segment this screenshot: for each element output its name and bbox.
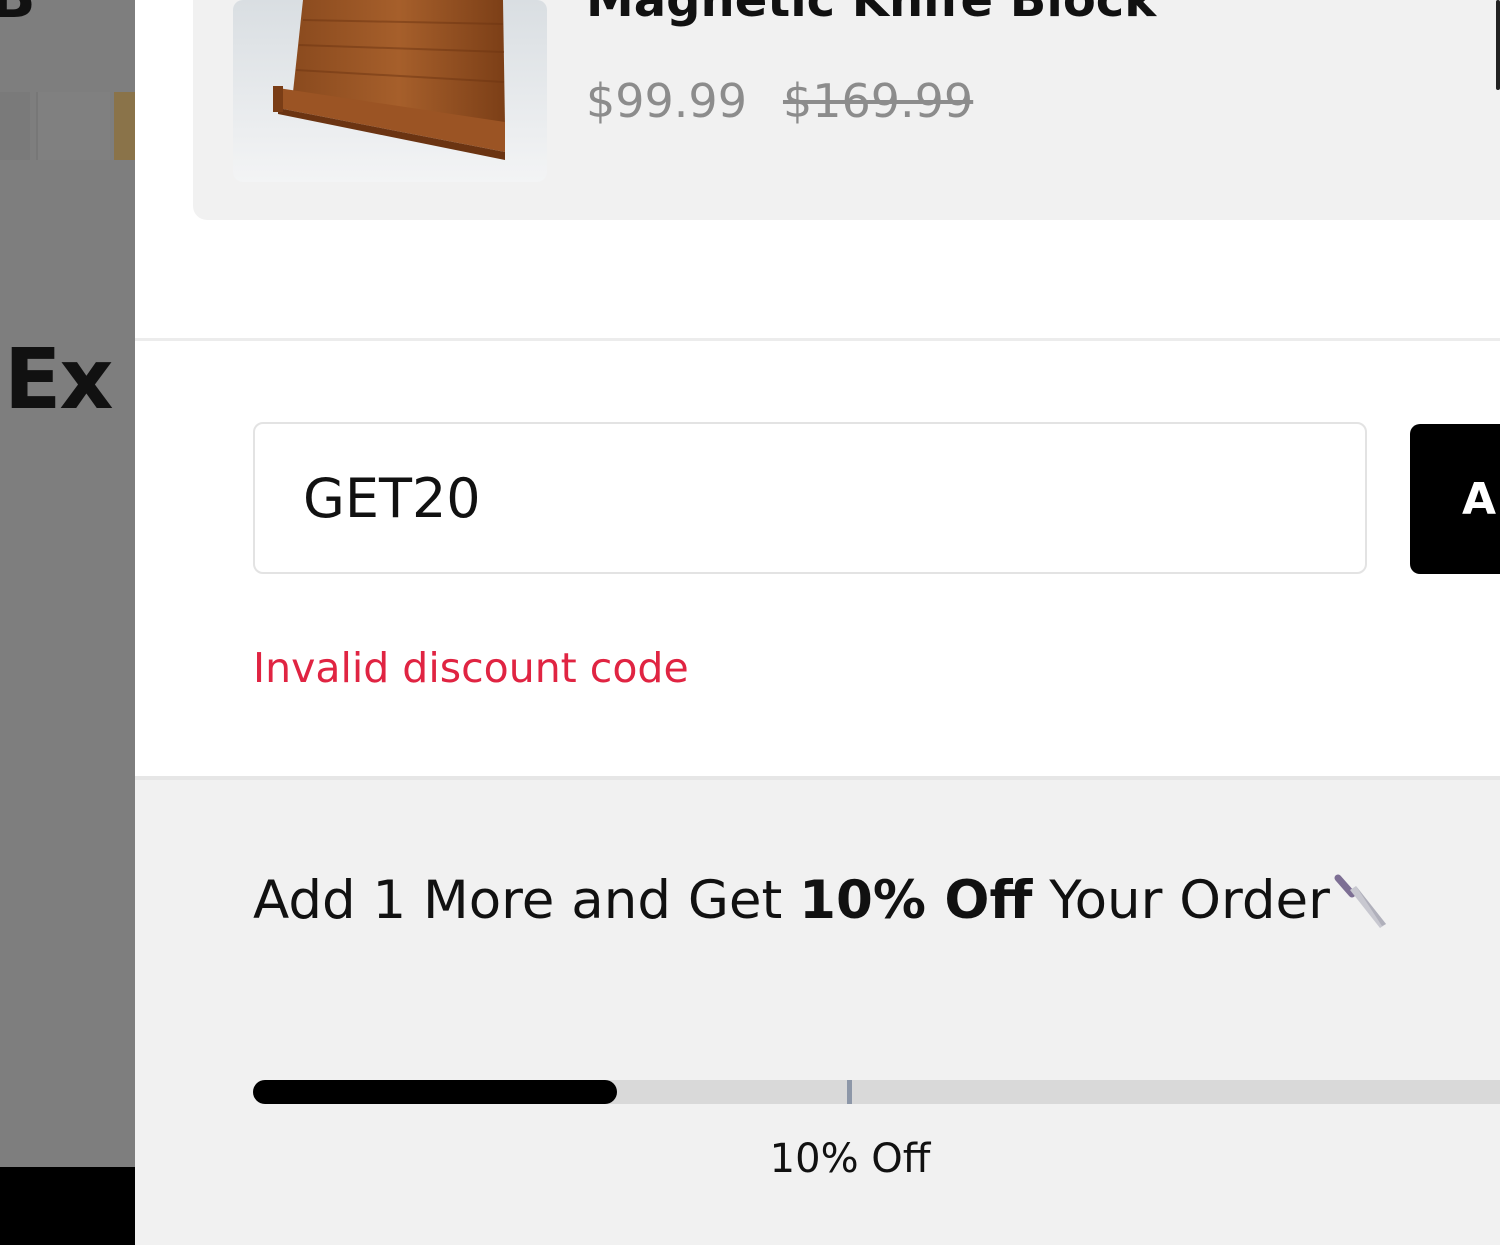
sale-price: $99.99 bbox=[586, 74, 747, 128]
background-top-text: B bbox=[0, 0, 36, 32]
discount-code-input[interactable] bbox=[253, 422, 1367, 574]
background-thumbnail bbox=[0, 92, 30, 160]
discount-progress-bar bbox=[253, 1080, 1500, 1104]
background-thumbnail bbox=[36, 92, 110, 160]
background-thumbnails bbox=[0, 92, 135, 160]
background-thumbnail bbox=[114, 92, 135, 160]
tiered-discount-panel: Add 1 More and Get 10% Off Your Order 10… bbox=[135, 780, 1500, 1245]
promo-highlight: 10% Off bbox=[799, 870, 1033, 931]
background-footer bbox=[0, 1167, 135, 1245]
knife-block-image bbox=[233, 0, 547, 182]
section-divider bbox=[135, 338, 1500, 341]
product-title[interactable]: Magnetic Knife Block bbox=[586, 0, 1156, 28]
apply-discount-button[interactable]: A bbox=[1410, 424, 1500, 574]
cart-line-item: Magnetic Knife Block $99.99 $169.99 bbox=[193, 0, 1500, 220]
background-heading: Ex bbox=[4, 330, 114, 428]
price-row: $99.99 $169.99 bbox=[586, 74, 973, 128]
compare-at-price: $169.99 bbox=[782, 74, 974, 128]
product-image[interactable] bbox=[233, 0, 547, 182]
scrollbar-thumb[interactable] bbox=[1496, 0, 1500, 90]
milestone-label: 10% Off bbox=[769, 1136, 931, 1182]
cart-drawer: Magnetic Knife Block $99.99 $169.99 A Inv… bbox=[135, 0, 1500, 1245]
discount-progress-fill bbox=[253, 1080, 617, 1104]
background-page: B Ex bbox=[0, 0, 135, 1245]
knife-icon bbox=[1334, 874, 1386, 928]
discount-error-message: Invalid discount code bbox=[253, 644, 689, 692]
promo-suffix: Your Order bbox=[1032, 870, 1330, 931]
tiered-discount-message: Add 1 More and Get 10% Off Your Order bbox=[253, 870, 1330, 931]
promo-prefix: Add 1 More and Get bbox=[253, 870, 800, 931]
milestone-marker bbox=[847, 1080, 852, 1104]
